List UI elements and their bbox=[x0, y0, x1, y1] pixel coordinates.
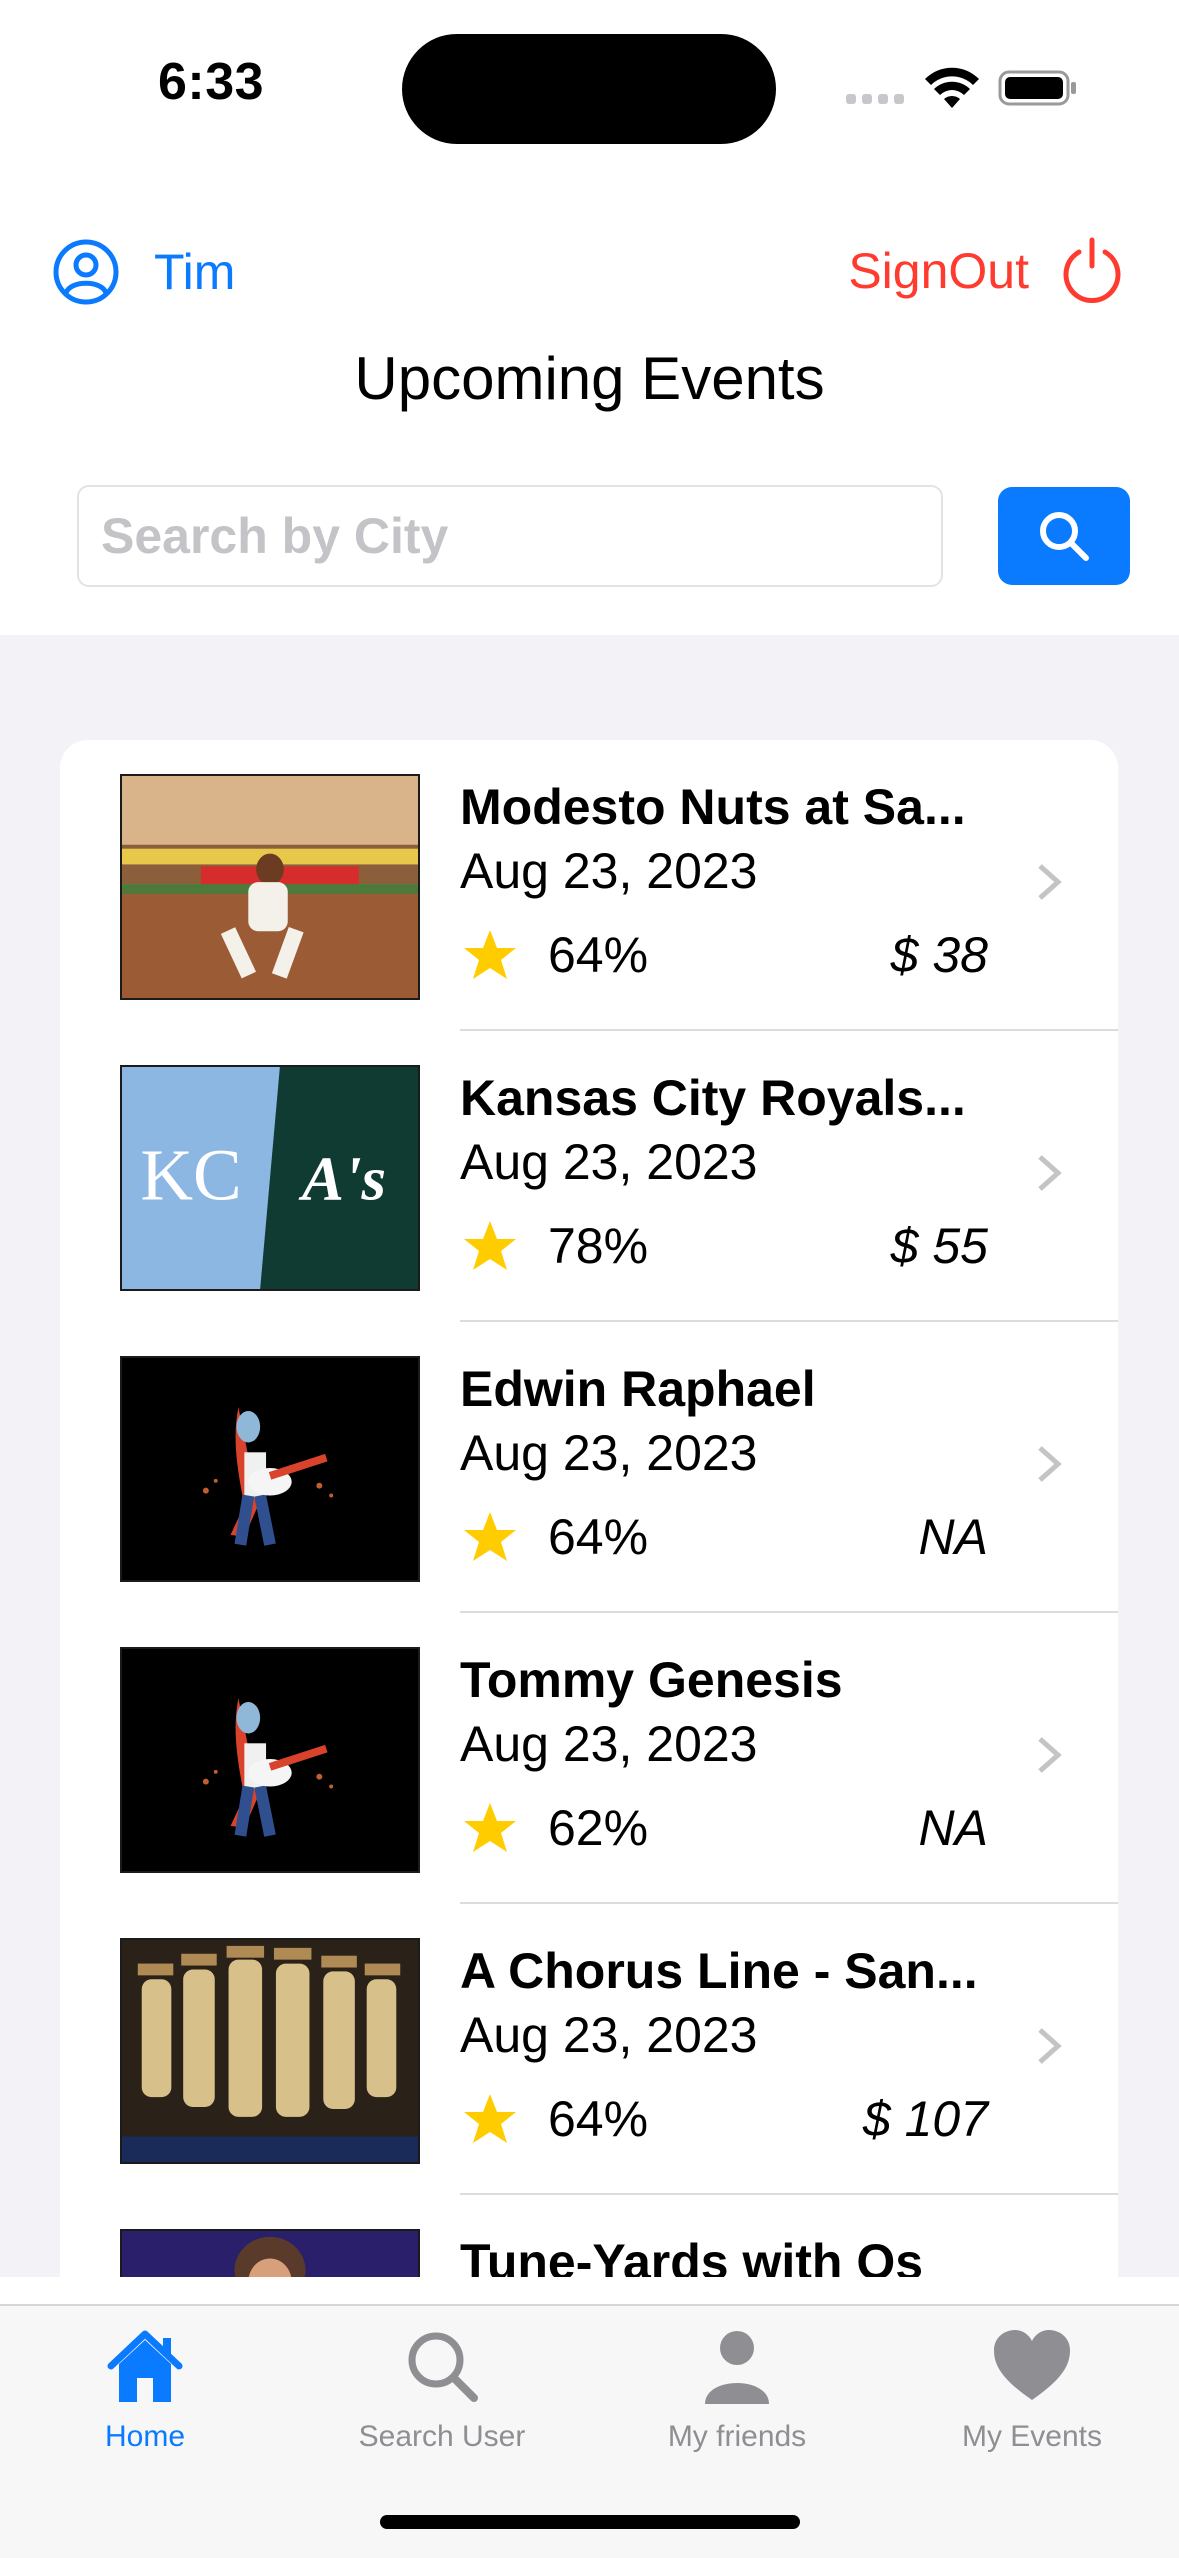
tab-label: My Events bbox=[961, 2420, 1103, 2453]
status-bar: 6:33 bbox=[0, 0, 1179, 170]
event-image: KC A's bbox=[120, 1065, 420, 1291]
event-date: Aug 23, 2023 bbox=[460, 1134, 758, 1190]
event-title: Edwin Raphael bbox=[460, 1361, 816, 1417]
page-title: Upcoming Events bbox=[354, 345, 825, 412]
event-rating: 62% bbox=[548, 1800, 649, 1856]
event-rating: 64% bbox=[548, 927, 649, 983]
event-row[interactable]: Modesto Nuts at Sa... Aug 23, 2023 64% $… bbox=[60, 740, 1118, 1031]
event-rating: 64% bbox=[548, 2091, 649, 2147]
kc-logo-text: KC bbox=[140, 1135, 241, 1216]
wifi-icon bbox=[925, 67, 979, 108]
event-price: $ 55 bbox=[890, 1218, 988, 1274]
tab-search-user[interactable]: Search User bbox=[312, 2326, 572, 2454]
home-indicator[interactable] bbox=[380, 2515, 800, 2529]
tab-label: My friends bbox=[667, 2420, 807, 2453]
event-price: $ 107 bbox=[862, 2091, 988, 2147]
cellular-signal-icon bbox=[846, 94, 904, 104]
signout-label: SignOut bbox=[848, 243, 1029, 299]
user-profile-button[interactable]: Tim bbox=[52, 238, 235, 306]
city-search-input[interactable] bbox=[77, 485, 943, 587]
chevron-right-icon bbox=[1038, 2028, 1062, 2064]
tab-home[interactable]: Home bbox=[15, 2326, 275, 2454]
event-rating: 78% bbox=[548, 1218, 649, 1274]
user-name: Tim bbox=[154, 244, 236, 300]
event-date: Aug 23, 2023 bbox=[460, 1716, 758, 1772]
star-icon bbox=[464, 1803, 516, 1852]
search-icon bbox=[1040, 512, 1089, 561]
event-title: A Chorus Line - San... bbox=[460, 1943, 978, 1999]
tab-label: Home bbox=[104, 2420, 186, 2453]
event-image bbox=[120, 1356, 420, 1582]
tab-my-friends[interactable]: My friends bbox=[607, 2326, 867, 2454]
chevron-right-icon bbox=[1038, 1737, 1062, 1773]
battery-icon bbox=[998, 70, 1076, 106]
event-date: Aug 23, 2023 bbox=[460, 843, 758, 899]
signout-button[interactable]: SignOut bbox=[848, 236, 1127, 306]
event-price: NA bbox=[918, 1800, 988, 1856]
search-button[interactable] bbox=[998, 487, 1130, 585]
chevron-right-icon bbox=[1038, 1446, 1062, 1482]
event-title: Tommy Genesis bbox=[460, 1652, 843, 1708]
event-title: Tune-Yards with Os bbox=[460, 2234, 924, 2277]
event-rating: 64% bbox=[548, 1509, 649, 1565]
chevron-right-icon bbox=[1038, 1155, 1062, 1191]
event-image bbox=[120, 2229, 420, 2277]
heart-icon bbox=[994, 2330, 1070, 2400]
event-price: $ 38 bbox=[890, 927, 988, 983]
event-image bbox=[120, 1647, 420, 1873]
event-price: NA bbox=[918, 1509, 988, 1565]
event-date: Aug 23, 2023 bbox=[460, 1425, 758, 1481]
status-time: 6:33 bbox=[158, 53, 265, 111]
tab-label: Search User bbox=[358, 2420, 526, 2453]
star-icon bbox=[464, 930, 516, 979]
event-row[interactable]: Tune-Yards with Os bbox=[60, 2195, 1118, 2277]
events-card: Modesto Nuts at Sa... Aug 23, 2023 64% $… bbox=[60, 740, 1118, 2277]
star-icon bbox=[464, 2094, 516, 2143]
power-icon bbox=[1063, 237, 1121, 303]
event-row[interactable]: Tommy Genesis Aug 23, 2023 62% NA bbox=[60, 1613, 1118, 1904]
event-row[interactable]: A Chorus Line - San... Aug 23, 2023 64% … bbox=[60, 1904, 1118, 2195]
magnifier-icon bbox=[408, 2332, 478, 2402]
star-icon bbox=[464, 1221, 516, 1270]
user-circle-icon bbox=[53, 239, 119, 305]
event-row[interactable]: Edwin Raphael Aug 23, 2023 64% NA bbox=[60, 1322, 1118, 1613]
event-image bbox=[120, 774, 420, 1000]
athletics-logo-text: A's bbox=[298, 1144, 386, 1214]
star-icon bbox=[464, 1512, 516, 1561]
event-row[interactable]: KC A's Kansas City Royals... Aug 23, 202… bbox=[60, 1031, 1118, 1322]
house-icon bbox=[107, 2330, 183, 2402]
event-title: Kansas City Royals... bbox=[460, 1070, 966, 1126]
event-image bbox=[120, 1938, 420, 2164]
events-list-area[interactable]: Modesto Nuts at Sa... Aug 23, 2023 64% $… bbox=[0, 635, 1179, 2277]
chevron-right-icon bbox=[1038, 864, 1062, 900]
tab-my-events[interactable]: My Events bbox=[902, 2326, 1162, 2454]
event-title: Modesto Nuts at Sa... bbox=[460, 779, 966, 835]
dynamic-island bbox=[402, 34, 776, 144]
event-date: Aug 23, 2023 bbox=[460, 2007, 758, 2063]
person-icon bbox=[705, 2331, 769, 2404]
